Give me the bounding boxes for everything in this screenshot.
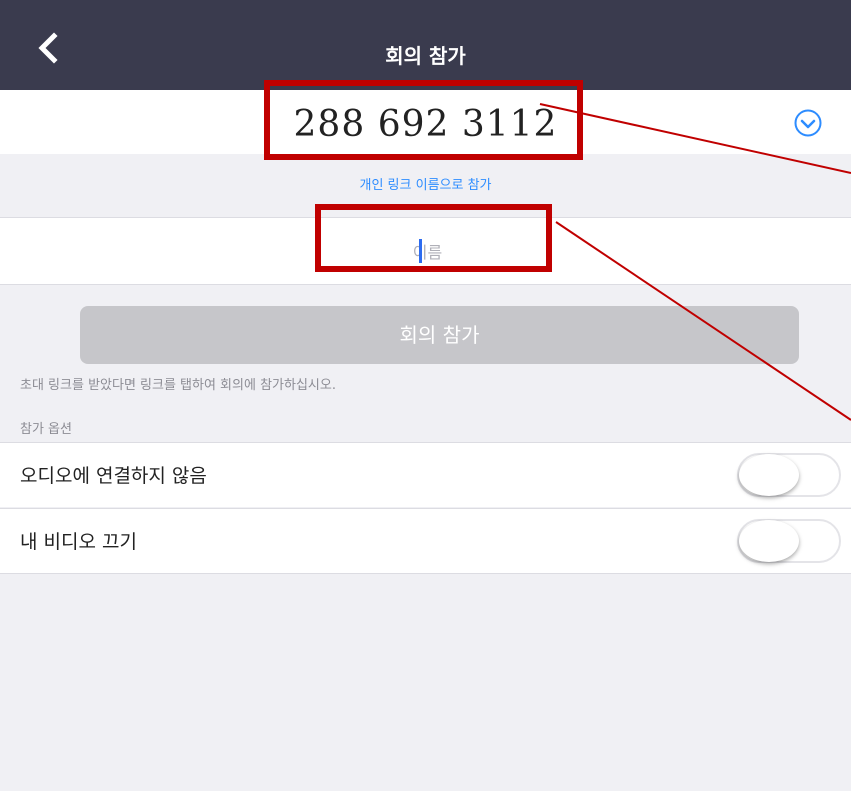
no-audio-toggle[interactable] xyxy=(737,453,841,497)
join-meeting-screen: 회의 참가 288 692 3112 개인 링크 이름으로 참가 회의 참가 초… xyxy=(0,0,851,791)
video-off-toggle[interactable] xyxy=(737,519,841,563)
chevron-left-icon xyxy=(38,32,58,64)
chevron-down-circle-icon xyxy=(794,109,822,137)
toggle-knob xyxy=(739,520,799,562)
page-title: 회의 참가 xyxy=(385,44,466,68)
join-options-label: 참가 옵션 xyxy=(20,422,72,437)
option-row-no-audio: 오디오에 연결하지 않음 xyxy=(0,442,851,507)
back-button[interactable] xyxy=(30,28,70,68)
join-with-personal-link-name-link[interactable]: 개인 링크 이름으로 참가 xyxy=(0,172,851,200)
meeting-id-highlight-box xyxy=(264,80,583,160)
nav-bar: 회의 참가 xyxy=(0,0,851,90)
option-row-video-off: 내 비디오 끄기 xyxy=(0,508,851,574)
option-label-no-audio: 오디오에 연결하지 않음 xyxy=(20,465,207,487)
invite-link-hint: 초대 링크를 받았다면 링크를 탭하여 회의에 참가하십시오. xyxy=(20,378,336,393)
meeting-history-dropdown-button[interactable] xyxy=(793,108,823,138)
option-label-video-off: 내 비디오 끄기 xyxy=(20,531,137,553)
toggle-knob xyxy=(739,454,799,496)
name-input-highlight-box xyxy=(315,204,552,272)
join-meeting-button[interactable]: 회의 참가 xyxy=(80,306,799,364)
